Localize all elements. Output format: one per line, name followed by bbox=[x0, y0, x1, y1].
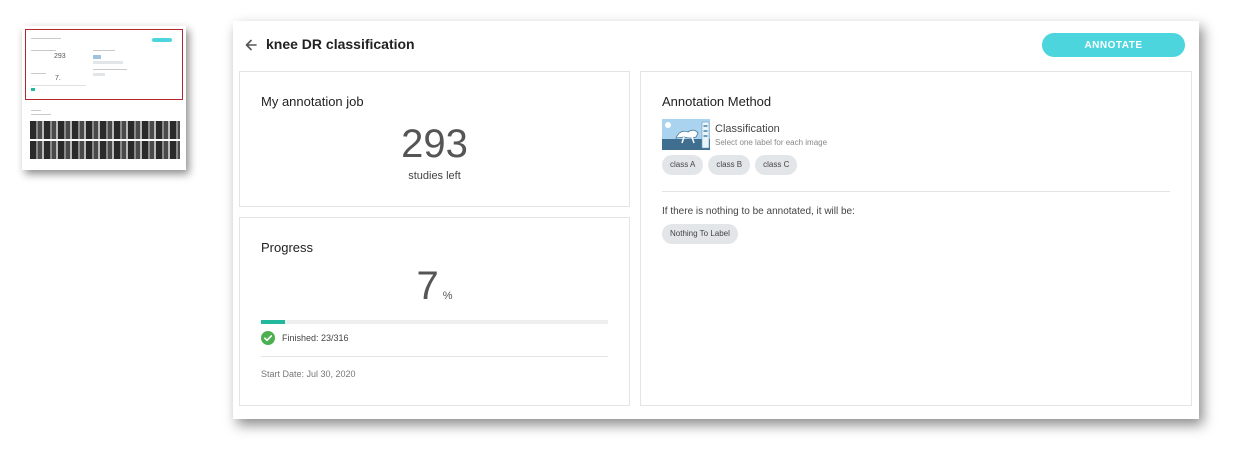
progress-percent: 7% bbox=[240, 264, 629, 309]
thumbnail-title-line bbox=[31, 38, 61, 39]
nothing-to-label-chip: Nothing To Label bbox=[662, 224, 738, 244]
main-window: knee DR classification ANNOTATE My annot… bbox=[233, 21, 1199, 419]
thumbnail-count: 293 bbox=[54, 53, 66, 60]
thumbnail-chips bbox=[93, 61, 123, 64]
page-title: knee DR classification bbox=[266, 36, 415, 52]
method-divider bbox=[662, 191, 1170, 192]
thumbnail-bar bbox=[31, 85, 86, 86]
progress-divider bbox=[261, 356, 608, 357]
page-thumbnail: 293 7. bbox=[22, 26, 186, 170]
start-date: Start Date: Jul 30, 2020 bbox=[261, 369, 356, 379]
finished-count: Finished: 23/316 bbox=[282, 333, 349, 343]
check-circle-icon bbox=[261, 331, 275, 345]
label-chip-list: class A class B class C bbox=[662, 155, 798, 175]
thumbnail-image-strip bbox=[30, 121, 180, 159]
arrow-left-icon[interactable] bbox=[243, 37, 259, 53]
annotation-job-card: My annotation job 293 studies left bbox=[239, 71, 630, 207]
annotate-button[interactable]: ANNOTATE bbox=[1042, 33, 1185, 57]
label-chip: class C bbox=[755, 155, 798, 175]
thumbnail-line bbox=[31, 110, 41, 111]
method-description: Select one label for each image bbox=[715, 138, 828, 147]
thumbnail-line bbox=[31, 114, 51, 115]
label-chip: class B bbox=[708, 155, 751, 175]
thumbnail-percent: 7. bbox=[55, 75, 61, 82]
thumbnail-annotate-button bbox=[152, 38, 172, 42]
thumbnail-line bbox=[31, 73, 46, 74]
page-header: knee DR classification ANNOTATE bbox=[233, 21, 1199, 69]
thumbnail-check bbox=[31, 88, 35, 91]
studies-left-count: 293 bbox=[401, 122, 468, 166]
thumbnail-line bbox=[93, 50, 115, 51]
thumbnail-line bbox=[93, 69, 127, 70]
thumbnail-line bbox=[31, 50, 56, 51]
classification-illustration-icon bbox=[662, 119, 710, 150]
annotation-method-card: Annotation Method Classification Select … bbox=[640, 71, 1192, 406]
studies-left-label: studies left bbox=[408, 170, 461, 182]
thumbnail-image bbox=[93, 55, 101, 59]
nothing-to-annotate-text: If there is nothing to be annotated, it … bbox=[662, 206, 855, 217]
progress-percent-value: 7 bbox=[416, 264, 439, 308]
progress-bar bbox=[261, 320, 608, 324]
method-card-title: Annotation Method bbox=[662, 94, 772, 109]
progress-card-title: Progress bbox=[261, 240, 314, 255]
method-name: Classification bbox=[715, 123, 780, 135]
label-chip: class A bbox=[662, 155, 704, 175]
thumbnail-chip bbox=[93, 73, 105, 76]
progress-card: Progress 7% Finished: 23/316 Start Date:… bbox=[239, 217, 630, 406]
progress-bar-fill bbox=[261, 320, 286, 324]
job-card-title: My annotation job bbox=[261, 94, 364, 109]
progress-percent-unit: % bbox=[442, 290, 453, 302]
